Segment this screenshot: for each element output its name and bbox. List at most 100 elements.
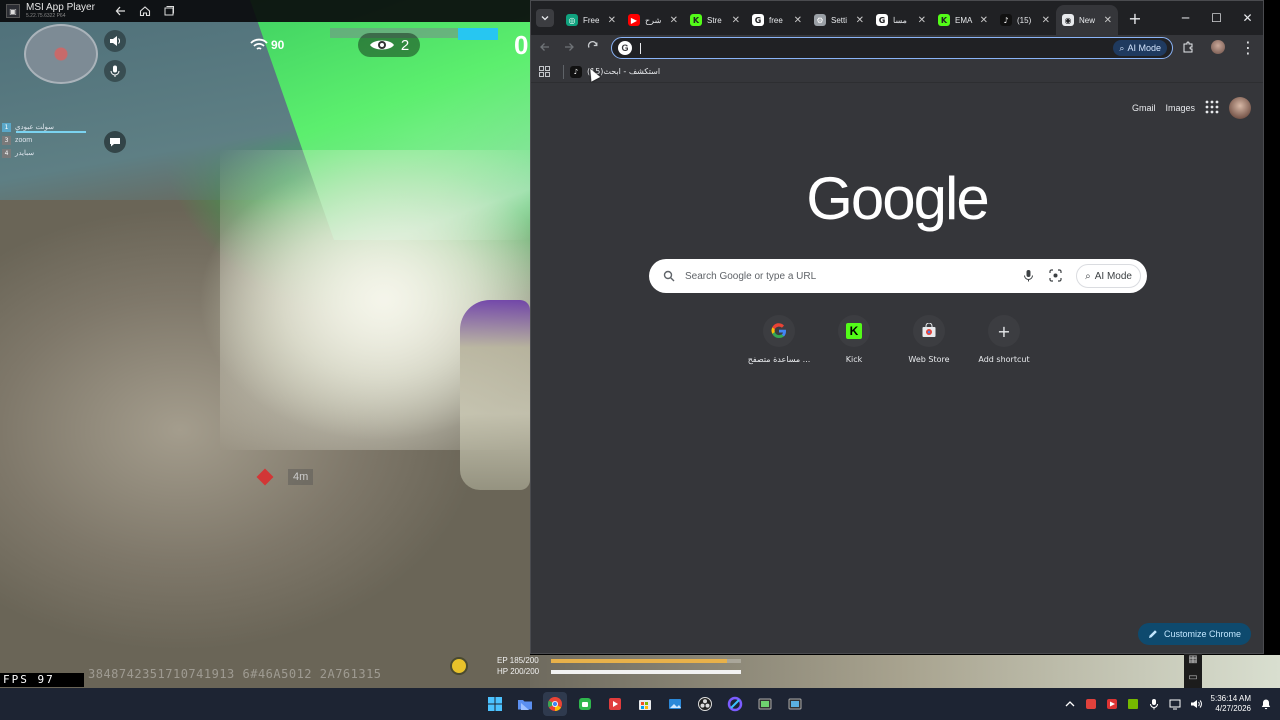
tab-search-icon[interactable] bbox=[536, 9, 554, 27]
kebab-menu-icon[interactable]: ⋮ bbox=[1233, 35, 1263, 59]
clock-date: 4/27/2026 bbox=[1215, 704, 1251, 713]
android-app-icon[interactable] bbox=[573, 692, 597, 716]
tab-close-icon[interactable]: ✕ bbox=[670, 15, 678, 26]
profile-avatar[interactable] bbox=[1203, 35, 1233, 59]
browser-tab[interactable]: Gfree ✕ bbox=[746, 7, 808, 33]
speaker-icon[interactable] bbox=[104, 30, 126, 52]
youtube-icon: ▶ bbox=[628, 14, 640, 26]
extensions-icon[interactable] bbox=[1173, 35, 1203, 59]
chevron-up-icon[interactable] bbox=[1064, 695, 1076, 714]
new-tab-button[interactable]: + bbox=[1124, 7, 1146, 29]
ping-indicator: 90 bbox=[250, 38, 284, 52]
photos-icon[interactable] bbox=[663, 692, 687, 716]
minimize-icon[interactable]: ─ bbox=[1170, 1, 1201, 35]
file-explorer-icon[interactable] bbox=[513, 692, 537, 716]
tab-close-icon[interactable]: ✕ bbox=[794, 15, 802, 26]
emulator-titlebar[interactable]: ▣ MSI App Player 5.22.75.6322 P64 bbox=[0, 0, 530, 22]
recording-app-icon[interactable] bbox=[1085, 695, 1097, 714]
taskbar-apps bbox=[483, 688, 807, 720]
shortcut-tiles: مساعدة متصفح ... K Kick Web Store + Add … bbox=[748, 315, 1034, 364]
store-icon[interactable] bbox=[633, 692, 657, 716]
tab-close-icon[interactable]: ✕ bbox=[732, 15, 740, 26]
tab-close-icon[interactable]: ✕ bbox=[980, 15, 988, 26]
close-icon[interactable]: ✕ bbox=[1232, 1, 1263, 35]
browser-tab[interactable]: ◎ Free ✕ bbox=[560, 7, 622, 33]
msi-player-instance-icon[interactable] bbox=[783, 692, 807, 716]
notification-bell-icon[interactable] bbox=[1260, 695, 1272, 714]
text-caret bbox=[640, 42, 641, 54]
home-icon[interactable] bbox=[136, 2, 154, 20]
browser-tab[interactable]: ⚙ Setti ✕ bbox=[808, 7, 870, 33]
address-bar[interactable]: G ⌕ AI Mode bbox=[611, 37, 1173, 59]
tab-close-icon[interactable]: ✕ bbox=[918, 15, 926, 26]
mic-tray-icon[interactable] bbox=[1148, 695, 1160, 714]
spectator-count: 2 bbox=[358, 33, 420, 57]
network-icon[interactable] bbox=[1169, 695, 1181, 714]
health-panel: EP 185/200 HP 200/200 bbox=[497, 655, 747, 679]
browser-tab[interactable]: G مسا ✕ bbox=[870, 7, 932, 33]
volume-icon[interactable] bbox=[1190, 695, 1202, 714]
system-tray: 5:36:14 AM 4/27/2026 bbox=[1064, 688, 1272, 720]
account-avatar[interactable] bbox=[1229, 97, 1251, 119]
gmail-link[interactable]: Gmail bbox=[1132, 103, 1156, 113]
maximize-icon[interactable]: ☐ bbox=[1201, 1, 1232, 35]
ai-search-icon: ⌕ bbox=[1119, 42, 1125, 53]
chat-bubble-icon[interactable] bbox=[104, 131, 126, 153]
ai-mode-button[interactable]: ⌕ AI Mode bbox=[1113, 40, 1167, 56]
bookmark-tiktok[interactable]: ♪ (15)استكشف - ابحث bbox=[570, 65, 660, 78]
chrome-taskbar-icon[interactable] bbox=[543, 692, 567, 716]
reload-icon[interactable] bbox=[581, 35, 605, 59]
windows-start-icon[interactable] bbox=[483, 692, 507, 716]
bookmark-separator bbox=[563, 64, 564, 79]
voice-search-icon[interactable] bbox=[1022, 267, 1035, 286]
shortcut-tile[interactable]: + Add shortcut bbox=[974, 315, 1034, 364]
game-minimap[interactable] bbox=[24, 24, 98, 84]
obs-icon[interactable] bbox=[693, 692, 717, 716]
browser-tab[interactable]: K EMA ✕ bbox=[932, 7, 994, 33]
chrome-icon: ◉ bbox=[1062, 14, 1074, 26]
nvidia-icon[interactable] bbox=[1127, 695, 1139, 714]
media-app-icon[interactable] bbox=[1106, 695, 1118, 714]
game-character bbox=[460, 300, 530, 490]
customize-chrome-button[interactable]: Customize Chrome bbox=[1137, 623, 1251, 645]
editor-app-icon[interactable] bbox=[723, 692, 747, 716]
tiktok-icon: ♪ bbox=[1000, 14, 1012, 26]
clock[interactable]: 5:36:14 AM 4/27/2026 bbox=[1211, 694, 1251, 714]
browser-tab[interactable]: ▶ شرح ✕ bbox=[622, 7, 684, 33]
lens-icon[interactable] bbox=[1049, 267, 1062, 286]
ntp-ai-mode-button[interactable]: ⌕ AI Mode bbox=[1076, 264, 1141, 288]
hp-label: HP 200/200 bbox=[497, 667, 540, 676]
tab-close-icon[interactable]: ✕ bbox=[856, 15, 864, 26]
ntp-search-box[interactable]: Search Google or type a URL ⌕ AI Mode bbox=[649, 259, 1147, 293]
tab-close-icon[interactable]: ✕ bbox=[1042, 15, 1050, 26]
ep-label: EP 185/200 bbox=[497, 656, 539, 665]
msi-player-icon[interactable] bbox=[753, 692, 777, 716]
google-g-icon: G bbox=[618, 41, 632, 55]
back-icon[interactable] bbox=[533, 35, 557, 59]
fps-counter: FPS 97 bbox=[0, 673, 84, 687]
emulator-version: 5.22.75.6322 P64 bbox=[26, 13, 66, 19]
game-viewport[interactable]: ▣ MSI App Player 5.22.75.6322 P64 1 سولت… bbox=[0, 0, 530, 688]
settings-icon: ⚙ bbox=[814, 14, 826, 26]
tab-close-icon[interactable]: ✕ bbox=[1104, 15, 1112, 26]
shortcut-tile[interactable]: K Kick bbox=[824, 315, 884, 364]
search-placeholder: Search Google or type a URL bbox=[685, 270, 817, 282]
back-arrow-icon[interactable] bbox=[112, 2, 130, 20]
forward-icon[interactable] bbox=[557, 35, 581, 59]
browser-tab[interactable]: ◉ New ✕ bbox=[1056, 5, 1118, 35]
google-apps-icon[interactable] bbox=[1205, 99, 1219, 118]
browser-tab[interactable]: K Stre ✕ bbox=[684, 7, 746, 33]
shortcut-tile[interactable]: Web Store bbox=[899, 315, 959, 364]
microphone-icon[interactable] bbox=[104, 60, 126, 82]
tab-title: EMA bbox=[955, 15, 973, 25]
recent-apps-icon[interactable] bbox=[160, 2, 178, 20]
google-icon: G bbox=[752, 14, 764, 26]
browser-tab[interactable]: ♪ (15) ✕ bbox=[994, 7, 1056, 33]
shortcut-tile[interactable]: مساعدة متصفح ... bbox=[748, 315, 810, 364]
images-link[interactable]: Images bbox=[1165, 103, 1195, 113]
tab-title: شرح bbox=[645, 15, 662, 25]
tab-close-icon[interactable]: ✕ bbox=[608, 15, 616, 26]
streaming-app-icon[interactable] bbox=[603, 692, 627, 716]
window-icon[interactable]: ▭ bbox=[1184, 668, 1202, 686]
apps-grid-icon[interactable] bbox=[531, 66, 557, 77]
